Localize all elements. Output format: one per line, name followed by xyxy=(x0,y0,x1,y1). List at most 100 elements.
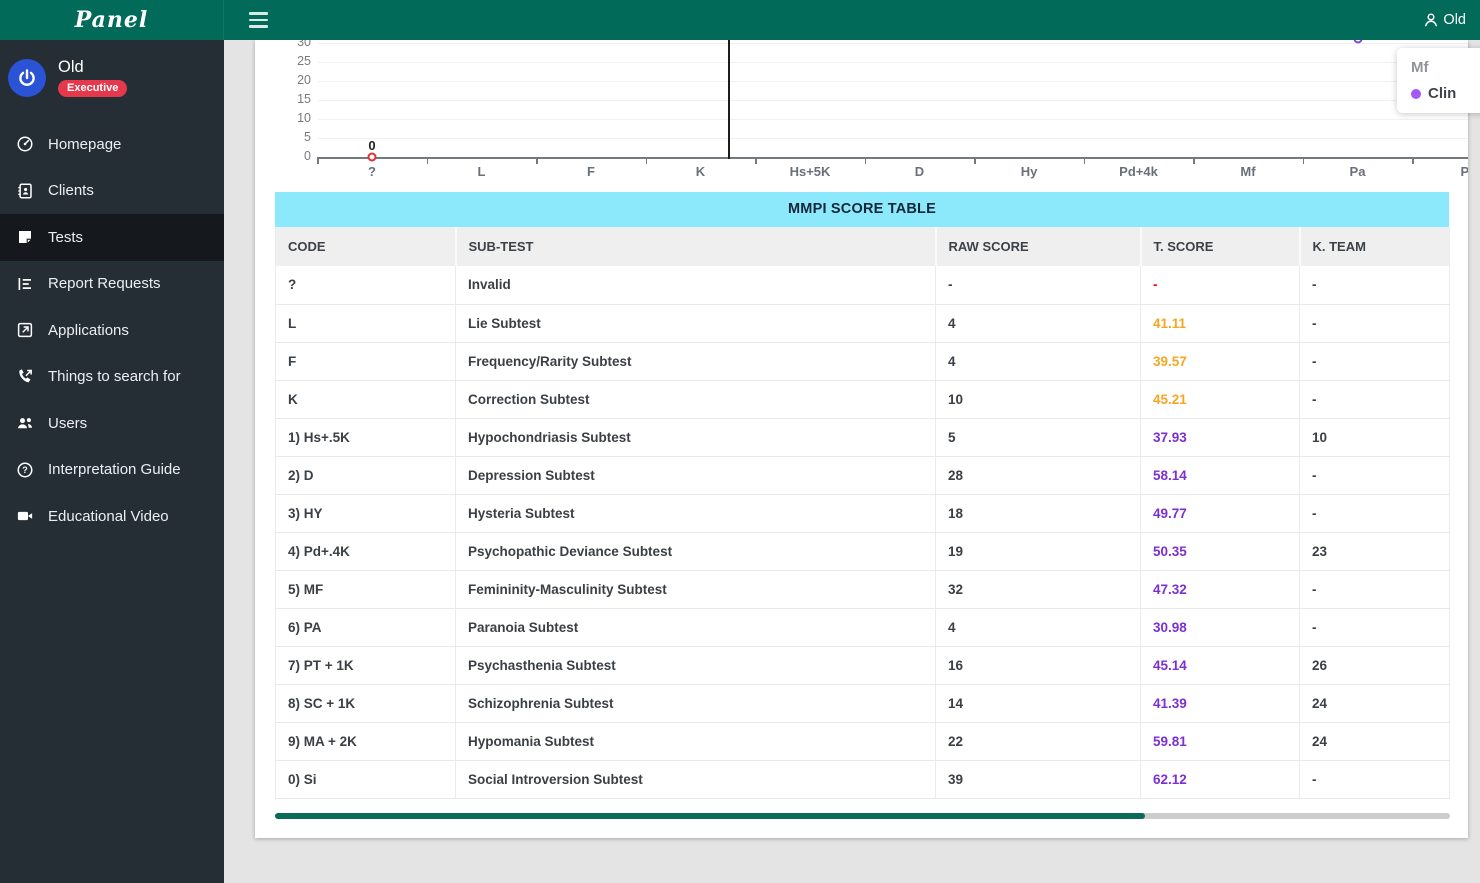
cell-t-score: 45.21 xyxy=(1140,380,1300,419)
chart-tooltip-title: Mf xyxy=(1411,59,1429,76)
cell-subtest: Frequency/Rarity Subtest xyxy=(455,342,936,381)
gridline xyxy=(317,138,1468,139)
x-axis-category-label: Pd+4k xyxy=(1119,164,1158,179)
sidebar-item-clients[interactable]: Clients xyxy=(0,168,224,215)
x-axis-tick xyxy=(1302,159,1304,164)
table-row: 7) PT + 1K Psychasthenia Subtest 16 45.14 26 xyxy=(275,646,1450,685)
cell-t-score: 45.14 xyxy=(1140,646,1300,685)
sidebar-item-things-to-search-for[interactable]: Things to search for xyxy=(0,354,224,401)
x-axis-tick xyxy=(1412,159,1414,164)
data-point-label: 0 xyxy=(368,138,376,153)
users-icon xyxy=(15,414,34,433)
cell-subtest: Hypochondriasis Subtest xyxy=(455,418,936,457)
cell-subtest: Depression Subtest xyxy=(455,456,936,495)
cell-t-score: 50.35 xyxy=(1140,532,1300,571)
header-user-menu[interactable]: Old xyxy=(1423,0,1466,40)
phone-volume-icon xyxy=(15,367,34,386)
x-axis-tick xyxy=(755,159,757,164)
cell-raw-score: - xyxy=(935,266,1141,305)
avatar xyxy=(8,58,46,97)
sidebar-item-report-requests[interactable]: Report Requests xyxy=(0,261,224,308)
sidebar-user-name: Old xyxy=(58,58,84,76)
top-header: Panel Old xyxy=(0,0,1480,40)
table-row: 3) HY Hysteria Subtest 18 49.77- xyxy=(275,494,1450,533)
horizontal-scrollbar-track[interactable] xyxy=(275,813,1450,819)
cell-subtest: Correction Subtest xyxy=(455,380,936,419)
cell-code: 1) Hs+.5K xyxy=(275,418,456,457)
table-row: 6) PA Paranoia Subtest 4 30.98- xyxy=(275,608,1450,647)
sidebar-item-users[interactable]: Users xyxy=(0,400,224,447)
x-axis-category-label: Hs+5K xyxy=(789,164,831,179)
cell-k-team: 10 xyxy=(1299,418,1450,457)
sidebar-item-label: Things to search for xyxy=(48,368,181,386)
cell-k-team: - xyxy=(1299,760,1450,799)
cell-subtest: Schizophrenia Subtest xyxy=(455,684,936,723)
cell-k-team: - xyxy=(1299,494,1450,533)
cell-t-score: 41.11 xyxy=(1140,304,1300,343)
sidebar-item-label: Users xyxy=(48,414,88,432)
cell-k-team: - xyxy=(1299,304,1450,343)
cell-subtest: Psychopathic Deviance Subtest xyxy=(455,532,936,571)
cell-code: 4) Pd+.4K xyxy=(275,532,456,571)
table-row: 1) Hs+.5K Hypochondriasis Subtest 5 37.93 10 xyxy=(275,418,1450,457)
y-axis-tick-label: 5 xyxy=(304,130,311,144)
cell-k-team: 24 xyxy=(1299,684,1450,723)
sidebar-item-label: Tests xyxy=(48,228,84,246)
app-logo[interactable]: Panel xyxy=(0,0,224,40)
cell-code: ? xyxy=(275,266,456,305)
mmpi-profile-chart: 30 25 20 15 10 5 0? L F K Hs+5K D Hy Pd+4k Mf Pa Pt 0 xyxy=(255,40,1468,188)
table-row: ? Invalid - - - xyxy=(275,266,1450,305)
score-table: CODE SUB-TEST RAW SCORE T. SCORE K. TEAM ? In… xyxy=(275,227,1450,799)
cell-t-score: 30.98 xyxy=(1140,608,1300,647)
role-badge: Executive xyxy=(58,80,128,97)
cell-code: F xyxy=(275,342,456,381)
sidebar-item-label: Interpretation Guide xyxy=(48,461,181,479)
sidebar-item-applications[interactable]: Applications xyxy=(0,307,224,354)
x-axis-category-label: ? xyxy=(368,164,376,179)
x-axis-tick xyxy=(864,159,866,164)
cell-raw-score: 39 xyxy=(935,760,1141,799)
cell-subtest: Lie Subtest xyxy=(455,304,936,343)
cell-raw-score: 18 xyxy=(935,494,1141,533)
sidebar-item-tests[interactable]: Tests xyxy=(0,214,224,261)
note-icon xyxy=(15,228,34,247)
cell-code: 5) MF xyxy=(275,570,456,609)
cell-raw-score: 10 xyxy=(935,380,1141,419)
question-circle-icon: ? xyxy=(15,460,34,479)
cell-t-score: 59.81 xyxy=(1140,722,1300,761)
y-axis-tick-label: 0 xyxy=(304,149,311,163)
cell-raw-score: 28 xyxy=(935,456,1141,495)
cell-k-team: - xyxy=(1299,570,1450,609)
cell-subtest: Invalid xyxy=(455,266,936,305)
cell-code: 8) SC + 1K xyxy=(275,684,456,723)
cell-subtest: Paranoia Subtest xyxy=(455,608,936,647)
cell-k-team: - xyxy=(1299,266,1450,305)
sidebar-item-educational-video[interactable]: Educational Video xyxy=(0,493,224,540)
cell-raw-score: 4 xyxy=(935,304,1141,343)
video-icon xyxy=(15,507,34,526)
chart-tooltip: Mf Clin xyxy=(1397,48,1480,113)
cell-t-score: 39.57 xyxy=(1140,342,1300,381)
sidebar-item-label: Clients xyxy=(48,182,94,200)
external-link-square-icon xyxy=(15,321,34,340)
cell-code: 0) Si xyxy=(275,760,456,799)
person-icon xyxy=(1423,12,1439,28)
cell-subtest: Social Introversion Subtest xyxy=(455,760,936,799)
hamburger-menu-icon[interactable] xyxy=(236,0,280,40)
data-point-validity[interactable] xyxy=(367,152,377,162)
y-axis-tick-label: 10 xyxy=(297,111,311,125)
x-axis-category-label: F xyxy=(587,164,595,179)
horizontal-scrollbar-thumb[interactable] xyxy=(275,813,1145,819)
cell-raw-score: 19 xyxy=(935,532,1141,571)
cell-k-team: 24 xyxy=(1299,722,1450,761)
sidebar-item-homepage[interactable]: Homepage xyxy=(0,121,224,168)
sidebar-item-interpretation-guide[interactable]: ? Interpretation Guide xyxy=(0,447,224,494)
cell-t-score: 62.12 xyxy=(1140,760,1300,799)
gridline xyxy=(317,119,1468,120)
cell-subtest: Femininity-Masculinity Subtest xyxy=(455,570,936,609)
x-axis-tick xyxy=(536,159,538,164)
address-book-icon xyxy=(15,181,34,200)
cell-k-team: 23 xyxy=(1299,532,1450,571)
cell-subtest: Hypomania Subtest xyxy=(455,722,936,761)
cell-t-score: 37.93 xyxy=(1140,418,1300,457)
